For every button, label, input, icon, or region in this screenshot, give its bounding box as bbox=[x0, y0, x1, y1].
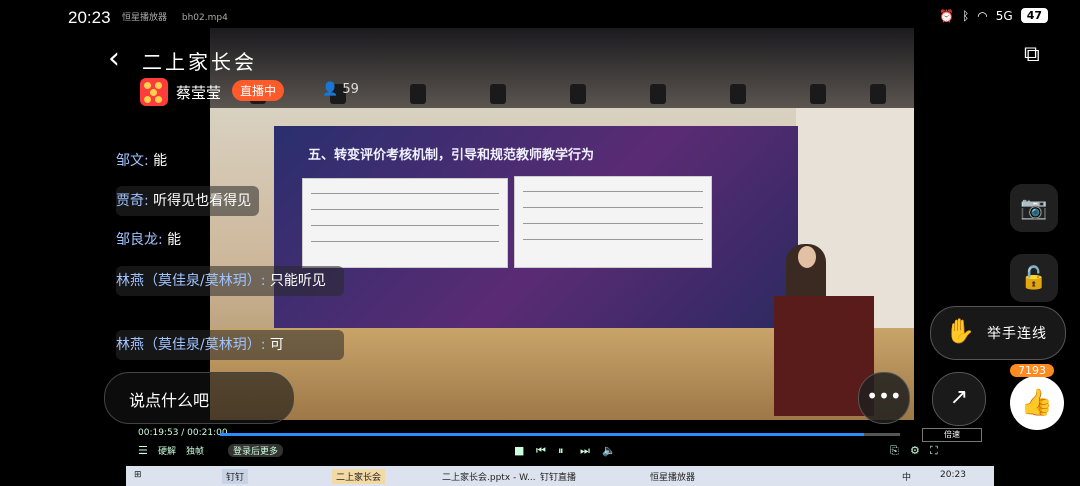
next-icon[interactable]: ⏭ bbox=[580, 444, 590, 458]
avatar[interactable] bbox=[140, 78, 168, 106]
camera-button[interactable]: 📷 bbox=[1010, 184, 1058, 232]
share-button[interactable]: ↗ bbox=[932, 372, 986, 426]
status-icons: ⏰ ᛒ ◠ 5G 47 bbox=[939, 8, 1048, 23]
live-badge: 直播中 bbox=[232, 80, 285, 101]
chat-message: 林燕（莫佳泉/莫林玥）: 可 bbox=[116, 330, 344, 360]
taskbar-item[interactable]: 恒星播放器 bbox=[646, 469, 699, 484]
stage-light bbox=[570, 84, 586, 104]
lock-button[interactable]: 🔓 bbox=[1010, 254, 1058, 302]
player-tab: 恒星播放器 bh02.mp4 bbox=[122, 10, 228, 23]
chat-sep: : bbox=[144, 193, 149, 209]
pip-icon[interactable]: ⧉ bbox=[1024, 42, 1040, 67]
fullscreen-icon[interactable]: ⛶ bbox=[930, 444, 938, 458]
chat-text: 能 bbox=[167, 232, 182, 248]
like-button[interactable]: 👍 bbox=[1010, 376, 1064, 430]
chat-text: 听得见也看得见 bbox=[153, 193, 252, 209]
status-time: 20:23 bbox=[68, 8, 111, 27]
stage-light bbox=[810, 84, 826, 104]
wifi-icon: ◠ bbox=[977, 8, 988, 23]
player-file-name: bh02.mp4 bbox=[181, 13, 228, 23]
chat-sep: : bbox=[260, 273, 266, 289]
chat-text: 可 bbox=[269, 337, 284, 353]
ceiling bbox=[210, 28, 914, 108]
chat-message: 林燕（莫佳泉/莫林玥）: 只能听见 bbox=[116, 266, 344, 296]
bluetooth-icon: ᛒ bbox=[962, 8, 970, 23]
network-label: 5G bbox=[995, 8, 1013, 23]
stop-icon[interactable]: ■ bbox=[514, 444, 524, 457]
viewer-count: 👤 59 bbox=[322, 82, 359, 97]
presentation-screen: 五、转变评价考核机制，引导和规范教师教学行为 bbox=[274, 126, 798, 338]
share-icon: ↗ bbox=[949, 385, 969, 410]
camera-icon: 📷 bbox=[1020, 195, 1048, 221]
windows-taskbar: ⊞ 钉钉 二上家长会 二上家长会.pptx - W... 钉钉直播 恒星播放器 … bbox=[126, 466, 994, 486]
stage-light bbox=[730, 84, 746, 104]
screenshot-icon[interactable]: ⎘ bbox=[890, 444, 899, 458]
start-icon[interactable]: ⊞ bbox=[130, 469, 146, 481]
volume-icon[interactable]: 🔈 bbox=[602, 444, 616, 457]
lock-icon: 🔓 bbox=[1020, 265, 1048, 291]
progress-bar[interactable] bbox=[220, 433, 900, 436]
host-name: 蔡莹莹 bbox=[176, 84, 222, 102]
taskbar-time: 20:23 bbox=[940, 470, 966, 480]
chat-user: 林燕（莫佳泉/莫林玥） bbox=[116, 337, 261, 353]
taskbar-item[interactable]: 钉钉 bbox=[222, 469, 249, 484]
more-icon: ••• bbox=[866, 384, 902, 408]
live-video[interactable]: 五、转变评价考核机制，引导和规范教师教学行为 bbox=[210, 28, 914, 420]
player-controls: ☰ 硬解 独帧 登录后更多 ■ ⏮ ⏸ ⏭ 🔈 ⎘ ⚙ ⛶ bbox=[138, 444, 978, 460]
chat-sep: : bbox=[260, 337, 266, 353]
stage-light bbox=[410, 84, 426, 104]
progress-fill bbox=[220, 433, 864, 436]
comment-input[interactable]: 说点什么吧 bbox=[104, 372, 294, 424]
chat-user: 贾奇 bbox=[116, 193, 144, 209]
more-button[interactable]: ••• bbox=[858, 372, 910, 424]
thumbs-up-icon: 👍 bbox=[1020, 388, 1054, 418]
alarm-icon: ⏰ bbox=[939, 8, 955, 23]
battery-level: 47 bbox=[1020, 8, 1048, 23]
chat-user: 邹文 bbox=[116, 153, 144, 169]
like-count: 7193 bbox=[1010, 364, 1054, 377]
player-app-name: 恒星播放器 bbox=[122, 13, 168, 23]
chat-text: 只能听见 bbox=[269, 273, 326, 289]
playback-time: 00:19:53 / 00:21:00 bbox=[138, 428, 228, 438]
slide-document bbox=[302, 178, 508, 268]
settings-icon[interactable]: ⚙ bbox=[910, 444, 920, 457]
ime-label[interactable]: 中 bbox=[898, 469, 915, 484]
raise-hand-button[interactable]: ✋ 举手连线 bbox=[930, 306, 1066, 360]
viewer-count-value: 59 bbox=[342, 82, 359, 97]
chat-user: 林燕（莫佳泉/莫林玥） bbox=[116, 273, 261, 289]
previous-icon[interactable]: ⏮ bbox=[536, 444, 546, 458]
chat-message: 邹良龙: 能 bbox=[116, 229, 181, 251]
chat-text: 能 bbox=[153, 153, 168, 169]
chat-message: 贾奇: 听得见也看得见 bbox=[116, 186, 260, 216]
chat-user: 邹良龙 bbox=[116, 232, 158, 248]
login-label[interactable]: 登录后更多 bbox=[228, 444, 284, 457]
speed-label: 倍速 bbox=[944, 430, 960, 439]
comment-placeholder: 说点什么吧 bbox=[129, 391, 210, 410]
taskbar-item[interactable]: 二上家长会 bbox=[332, 469, 386, 484]
frame-label[interactable]: 独帧 bbox=[186, 444, 204, 457]
pause-icon[interactable]: ⏸ bbox=[558, 444, 564, 458]
speaker-head bbox=[798, 246, 816, 268]
stage-light bbox=[870, 84, 886, 104]
playlist-icon[interactable]: ☰ bbox=[138, 444, 148, 457]
chat-sep: : bbox=[144, 153, 149, 169]
speed-control[interactable]: 倍速 bbox=[922, 428, 982, 442]
chat-sep: : bbox=[158, 232, 163, 248]
taskbar-item[interactable]: 钉钉直播 bbox=[536, 469, 580, 484]
back-button[interactable]: ‹ bbox=[108, 44, 120, 74]
page-title: 二上家长会 bbox=[142, 50, 257, 74]
chat-message: 邹文: 能 bbox=[116, 150, 167, 172]
stage-light bbox=[490, 84, 506, 104]
raise-hand-label: 举手连线 bbox=[987, 326, 1047, 342]
slide-title: 五、转变评价考核机制，引导和规范教师教学行为 bbox=[308, 148, 595, 163]
stage-light bbox=[650, 84, 666, 104]
slide-document bbox=[514, 176, 712, 268]
viewer-icon: 👤 bbox=[322, 82, 339, 97]
hw-decode-label[interactable]: 硬解 bbox=[158, 444, 176, 457]
hand-icon: ✋ bbox=[945, 317, 975, 345]
taskbar-item[interactable]: 二上家长会.pptx - W... bbox=[438, 469, 540, 484]
